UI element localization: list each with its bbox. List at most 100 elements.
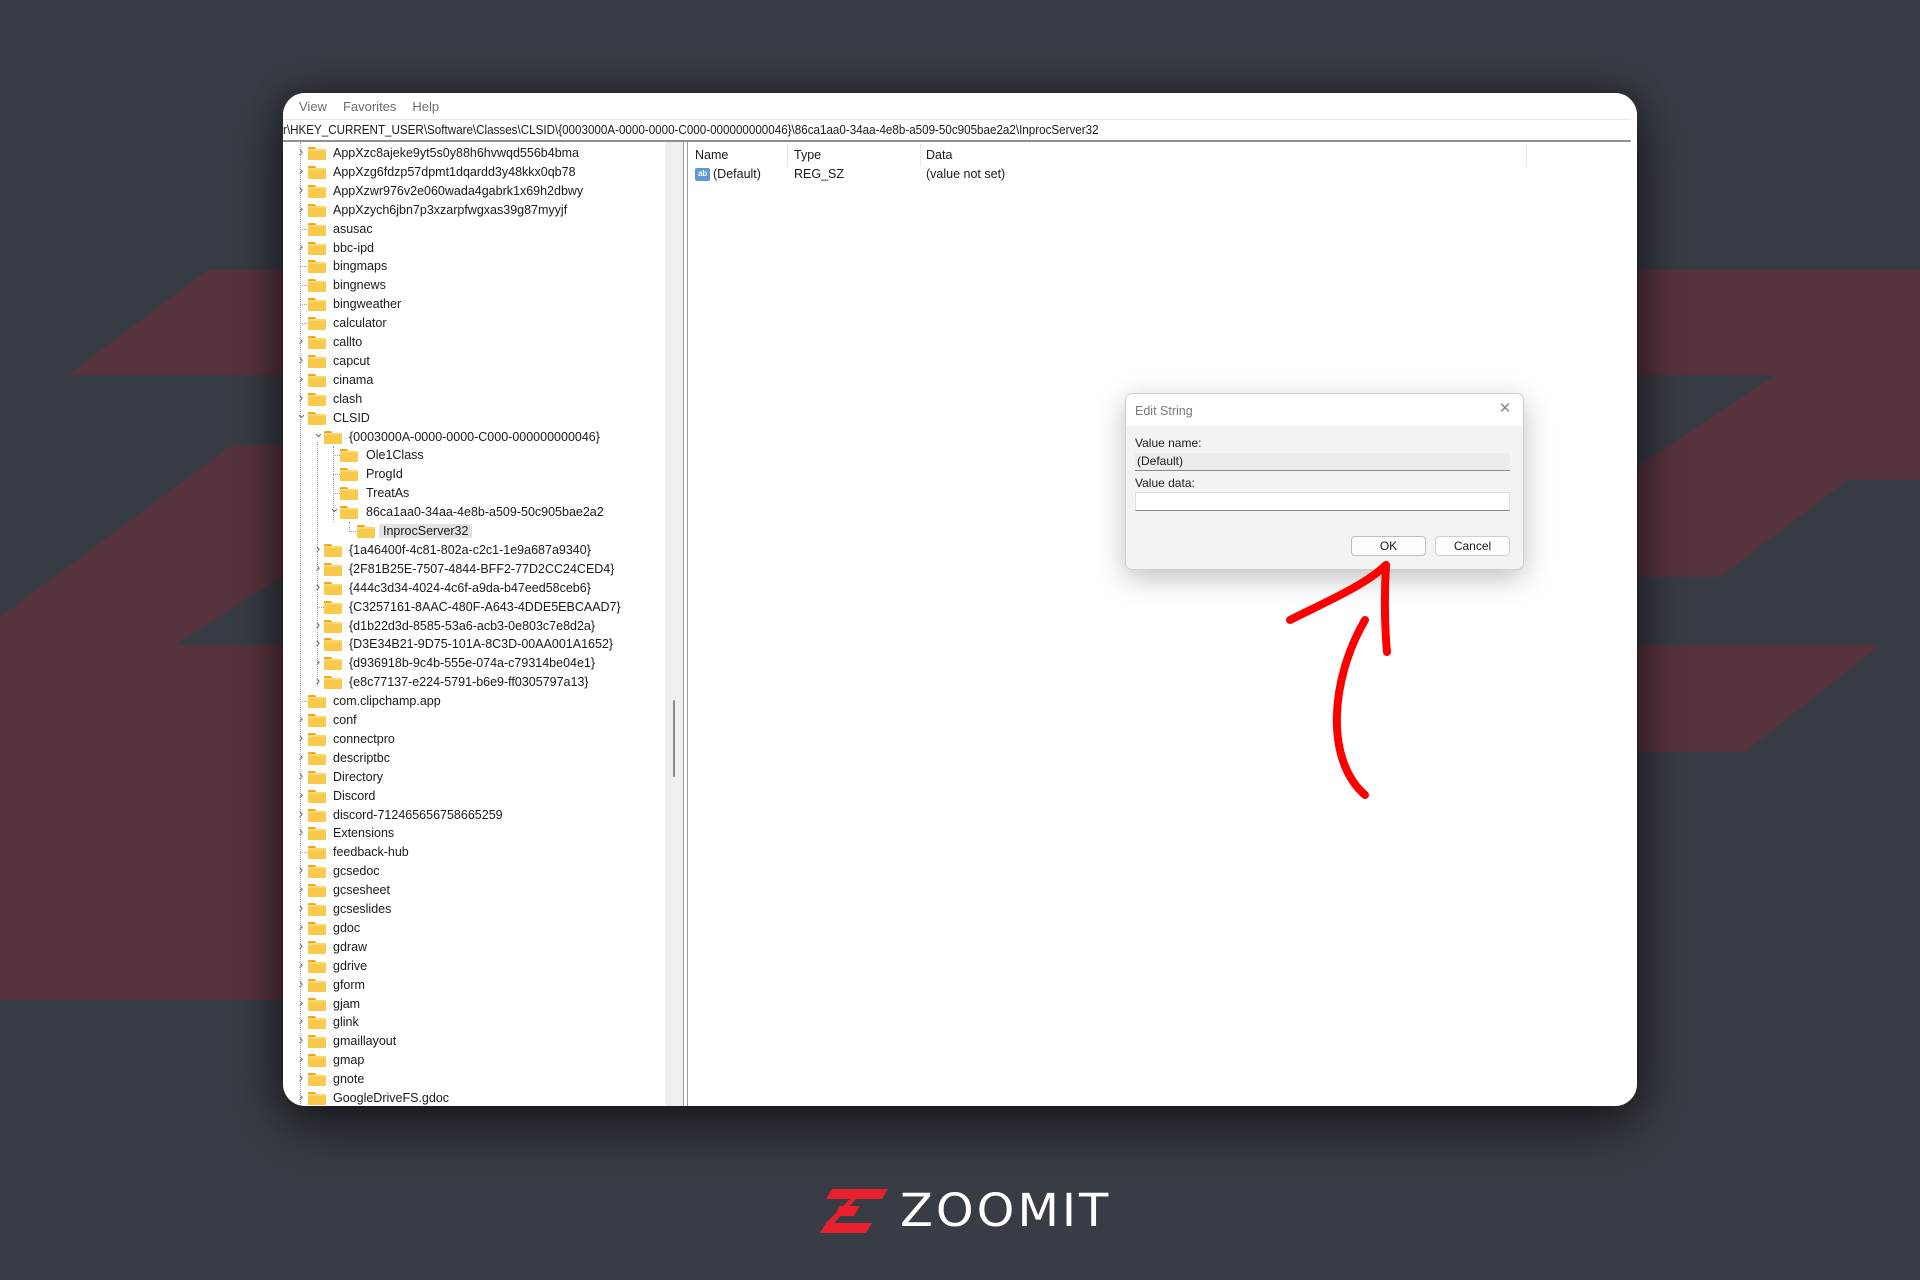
chevron-right-icon[interactable]: › (296, 163, 306, 177)
chevron-right-icon[interactable]: › (296, 352, 306, 366)
tree-item[interactable]: › descriptbc (283, 749, 665, 768)
tree-item[interactable]: › AppXzc8ajeke9yt5s0y88h6hvwqd556b4bma (283, 144, 665, 163)
address-bar[interactable]: r\HKEY_CURRENT_USER\Software\Classes\CLS… (283, 119, 1631, 142)
chevron-right-icon[interactable]: › (313, 635, 323, 649)
tree-item[interactable]: › gcsesheet (283, 881, 665, 900)
tree-item[interactable]: com.clipchamp.app (283, 692, 665, 711)
menu-favorites[interactable]: Favorites (343, 99, 396, 114)
tree-item[interactable]: calculator (283, 314, 665, 333)
tree-item[interactable]: › {D3E34B21-9D75-101A-8C3D-00AA001A1652} (283, 635, 665, 654)
tree-item[interactable]: › AppXzwr976v2e060wada4gabrk1x69h2dbwy (283, 182, 665, 201)
chevron-right-icon[interactable]: › (313, 560, 323, 574)
tree-item[interactable]: › cinama (283, 371, 665, 390)
chevron-right-icon[interactable]: › (313, 541, 323, 555)
chevron-down-icon[interactable]: ⌄ (313, 426, 324, 439)
chevron-right-icon[interactable]: › (296, 749, 306, 763)
tree-item[interactable]: › Discord (283, 787, 665, 806)
close-icon[interactable]: ✕ (1497, 401, 1513, 417)
tree-item[interactable]: › bbc-ipd (283, 239, 665, 258)
chevron-right-icon[interactable]: › (296, 144, 306, 158)
column-separator[interactable] (920, 144, 921, 166)
tree-item[interactable]: › {1a46400f-4c81-802a-c2c1-1e9a687a9340} (283, 541, 665, 560)
chevron-right-icon[interactable]: › (313, 617, 323, 631)
chevron-right-icon[interactable]: › (296, 1070, 306, 1084)
tree-item[interactable]: bingmaps (283, 257, 665, 276)
cancel-button[interactable]: Cancel (1435, 536, 1510, 556)
chevron-right-icon[interactable]: › (296, 1051, 306, 1065)
tree-item[interactable]: Ole1Class (283, 446, 665, 465)
tree-item[interactable]: bingnews (283, 276, 665, 295)
value-data-input[interactable] (1135, 492, 1510, 511)
tree-item[interactable]: › conf (283, 711, 665, 730)
tree-item[interactable]: › gdrive (283, 957, 665, 976)
chevron-right-icon[interactable]: › (296, 1032, 306, 1046)
chevron-right-icon[interactable]: › (296, 976, 306, 990)
tree-item[interactable]: › gnote (283, 1070, 665, 1089)
tree-scrollbar-thumb[interactable] (673, 700, 675, 777)
registry-key-tree[interactable]: › AppXzc8ajeke9yt5s0y88h6hvwqd556b4bma › Ap… (283, 142, 665, 1106)
tree-item[interactable]: › clash (283, 390, 665, 409)
tree-item[interactable]: › Directory (283, 768, 665, 787)
tree-scrollbar[interactable] (665, 142, 683, 1106)
menu-help[interactable]: Help (412, 99, 439, 114)
tree-item[interactable]: ⌄ {0003000A-0000-0000-C000-000000000046} (283, 426, 665, 447)
tree-item[interactable]: InprocServer32 (283, 522, 665, 541)
chevron-right-icon[interactable]: › (296, 201, 306, 215)
chevron-right-icon[interactable]: › (296, 1089, 306, 1103)
chevron-right-icon[interactable]: › (296, 730, 306, 744)
tree-item[interactable]: › callto (283, 333, 665, 352)
tree-item[interactable]: TreatAs (283, 484, 665, 503)
chevron-right-icon[interactable]: › (296, 938, 306, 952)
chevron-right-icon[interactable]: › (296, 711, 306, 725)
chevron-right-icon[interactable]: › (296, 182, 306, 196)
chevron-right-icon[interactable]: › (313, 654, 323, 668)
tree-item[interactable]: › capcut (283, 352, 665, 371)
tree-item[interactable]: feedback-hub (283, 843, 665, 862)
chevron-right-icon[interactable]: › (296, 995, 306, 1009)
chevron-right-icon[interactable]: › (296, 919, 306, 933)
tree-item[interactable]: › gjam (283, 995, 665, 1014)
chevron-right-icon[interactable]: › (296, 824, 306, 838)
tree-item[interactable]: › {e8c77137-e224-5791-b6e9-ff0305797a13} (283, 673, 665, 692)
chevron-right-icon[interactable]: › (313, 673, 323, 687)
chevron-down-icon[interactable]: ⌄ (329, 501, 340, 514)
chevron-right-icon[interactable]: › (296, 333, 306, 347)
tree-item[interactable]: › GoogleDriveFS.gdoc (283, 1089, 665, 1106)
tree-item[interactable]: › {d936918b-9c4b-555e-074a-c79314be04e1} (283, 654, 665, 673)
chevron-right-icon[interactable]: › (296, 1013, 306, 1027)
chevron-right-icon[interactable]: › (296, 239, 306, 253)
tree-item[interactable]: ⌄ 86ca1aa0-34aa-4e8b-a509-50c905bae2a2 (283, 501, 665, 522)
column-header-data[interactable]: Data (926, 148, 952, 162)
tree-item[interactable]: › Extensions (283, 824, 665, 843)
chevron-right-icon[interactable]: › (313, 579, 323, 593)
column-separator[interactable] (1526, 144, 1527, 166)
tree-item[interactable]: › AppXzg6fdzp57dpmt1dqardd3y48kkx0qb78 (283, 163, 665, 182)
tree-item[interactable]: ProgId (283, 465, 665, 484)
tree-item[interactable]: › discord-712465656758665259 (283, 806, 665, 825)
tree-item[interactable]: › glink (283, 1013, 665, 1032)
chevron-right-icon[interactable]: › (296, 768, 306, 782)
tree-item[interactable]: › gmaillayout (283, 1032, 665, 1051)
chevron-down-icon[interactable]: ⌄ (296, 407, 307, 420)
ok-button[interactable]: OK (1351, 536, 1426, 556)
tree-item[interactable]: › gdoc (283, 919, 665, 938)
tree-item[interactable]: › gform (283, 976, 665, 995)
tree-item[interactable]: › gdraw (283, 938, 665, 957)
chevron-right-icon[interactable]: › (296, 957, 306, 971)
tree-item[interactable]: › AppXzych6jbn7p3xzarpfwgxas39g87myyjf (283, 201, 665, 220)
tree-item[interactable]: › connectpro (283, 730, 665, 749)
chevron-right-icon[interactable]: › (296, 881, 306, 895)
column-header-name[interactable]: Name (695, 148, 728, 162)
column-separator[interactable] (787, 144, 788, 166)
tree-item[interactable]: ⌄ CLSID (283, 407, 665, 428)
column-header-type[interactable]: Type (794, 148, 821, 162)
chevron-right-icon[interactable]: › (296, 371, 306, 385)
tree-item[interactable]: › gmap (283, 1051, 665, 1070)
tree-item[interactable]: {C3257161-8AAC-480F-A643-4DDE5EBCAAD7} (283, 598, 665, 617)
value-row[interactable]: ab (Default) REG_SZ (value not set) (695, 166, 1515, 186)
chevron-right-icon[interactable]: › (296, 900, 306, 914)
chevron-right-icon[interactable]: › (296, 390, 306, 404)
tree-item[interactable]: › {d1b22d3d-8585-53a6-acb3-0e803c7e8d2a} (283, 617, 665, 636)
chevron-right-icon[interactable]: › (296, 806, 306, 820)
chevron-right-icon[interactable]: › (296, 787, 306, 801)
